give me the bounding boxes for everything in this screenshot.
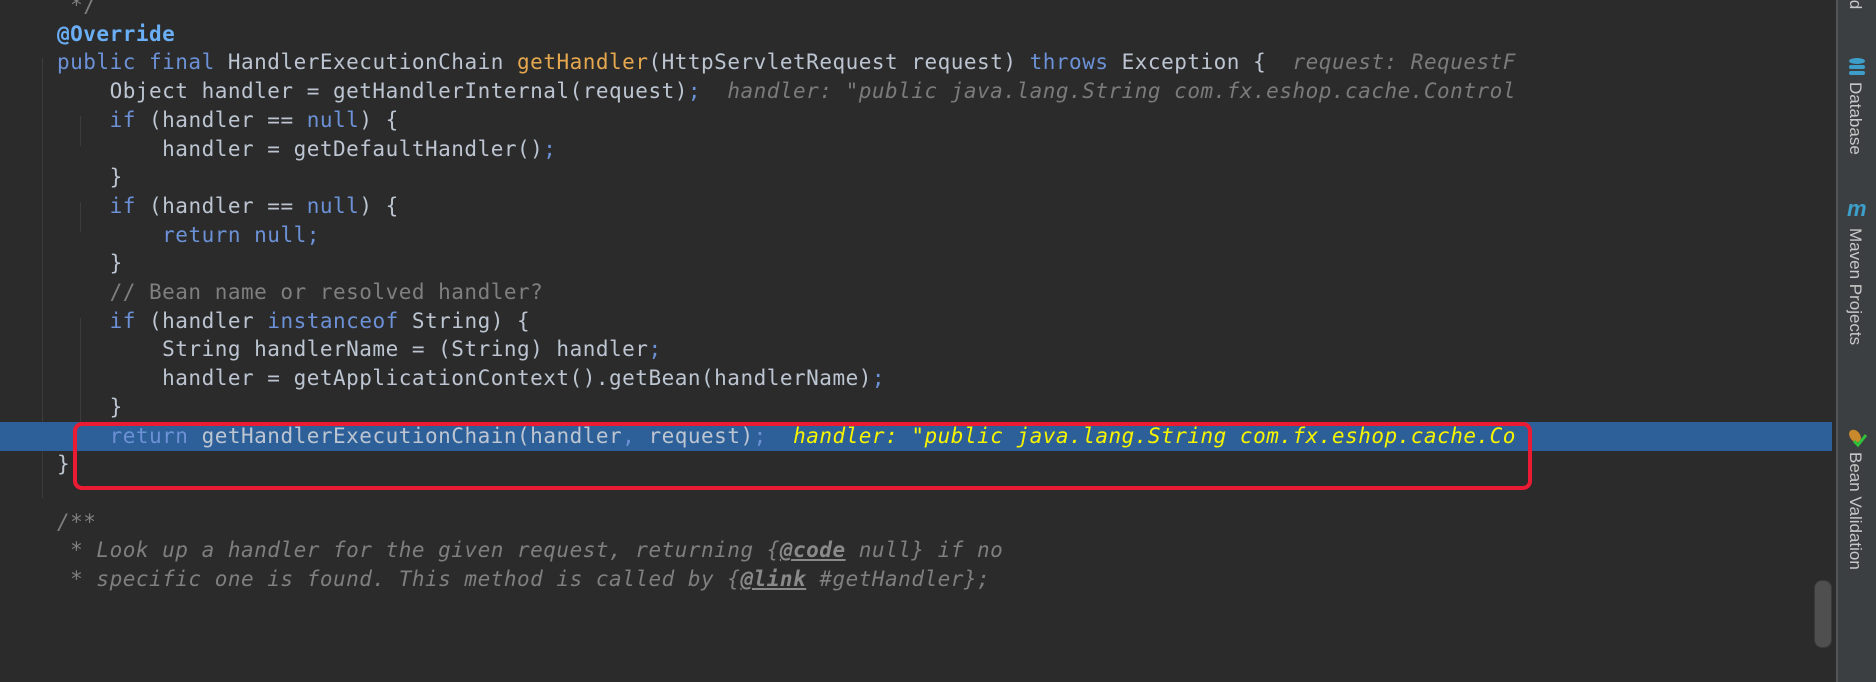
code-line[interactable]: handler = getApplicationContext().getBea… bbox=[0, 364, 1832, 393]
database-icon bbox=[1849, 58, 1865, 75]
debugger-inline-value: handler: "public java.lang.String com.fx… bbox=[793, 423, 1516, 448]
code-token: if bbox=[109, 107, 150, 132]
code-line[interactable]: Object handler = getHandlerInternal(requ… bbox=[0, 77, 1832, 106]
code-line[interactable]: } bbox=[0, 249, 1832, 278]
code-token: getHandlerExecutionChain(handler bbox=[201, 423, 623, 448]
bean-validation-icon bbox=[1849, 429, 1868, 448]
right-tool-window-bar: ld Database m Maven Projects Bean Valida… bbox=[1836, 0, 1876, 682]
code-token: } bbox=[57, 394, 123, 419]
code-token: ; bbox=[687, 79, 728, 104]
code-token: @link bbox=[740, 567, 807, 591]
code-token: // Bean name or resolved handler? bbox=[57, 280, 544, 304]
code-token: (handler == bbox=[149, 107, 307, 132]
code-token: Exception { bbox=[1121, 50, 1293, 75]
code-line[interactable]: // Bean name or resolved handler? bbox=[0, 278, 1832, 307]
code-token: @Override bbox=[57, 21, 176, 46]
code-token: if bbox=[109, 308, 150, 333]
code-token: getHandler bbox=[517, 50, 649, 75]
code-token: * Look up a handler for the given reques… bbox=[57, 538, 780, 563]
code-token: ) { bbox=[359, 193, 399, 218]
code-token: null bbox=[306, 193, 360, 218]
code-token: if bbox=[109, 193, 150, 218]
code-token: /** bbox=[57, 509, 97, 534]
debugger-inline-value: handler: "public java.lang.String com.fx… bbox=[727, 79, 1516, 104]
code-line[interactable]: } bbox=[0, 163, 1832, 192]
code-token: #getHandler}; bbox=[806, 567, 991, 591]
code-token: null} if no bbox=[845, 538, 1004, 563]
code-line[interactable]: * specific one is found. This method is … bbox=[0, 565, 1832, 594]
code-token: ; bbox=[871, 366, 886, 391]
code-line-current-execution[interactable]: return getHandlerExecutionChain(handler,… bbox=[0, 421, 1832, 451]
code-token: return null; bbox=[162, 222, 320, 247]
code-token: ) { bbox=[359, 107, 399, 132]
maven-icon: m bbox=[1847, 196, 1867, 221]
code-line[interactable]: if (handler == null) { bbox=[0, 106, 1832, 135]
code-token: @code bbox=[779, 538, 846, 563]
code-line[interactable]: } bbox=[0, 450, 1832, 479]
code-token: throws bbox=[1029, 50, 1122, 75]
code-token: } bbox=[57, 452, 71, 477]
code-token: (handler bbox=[149, 308, 268, 333]
tool-window-bean-validation[interactable]: Bean Validation bbox=[1845, 452, 1865, 570]
code-editor[interactable]: */@Override public final HandlerExecution… bbox=[0, 0, 1836, 682]
code-line[interactable]: return null; bbox=[0, 221, 1832, 250]
tool-window-tab-partial[interactable]: ld bbox=[1845, 0, 1865, 9]
code-token: String handlerName = (String) handler bbox=[57, 337, 649, 362]
code-line[interactable]: } bbox=[0, 393, 1832, 422]
code-token: , bbox=[622, 423, 649, 448]
code-token: handler = getApplicationContext().getBea… bbox=[57, 366, 872, 391]
code-line[interactable]: if (handler == null) { bbox=[0, 192, 1832, 221]
code-token: handler = getDefaultHandler() bbox=[57, 136, 544, 161]
code-line[interactable]: handler = getDefaultHandler(); bbox=[0, 135, 1832, 164]
debugger-inline-value: request: RequestF bbox=[1292, 50, 1516, 75]
code-line[interactable]: @Override bbox=[0, 20, 1832, 49]
code-line[interactable]: */ bbox=[0, 0, 1832, 20]
code-token: HandlerExecutionChain bbox=[227, 50, 518, 75]
code-token: (handler == bbox=[149, 193, 307, 218]
code-token: ; bbox=[648, 337, 662, 362]
code-token: } bbox=[57, 165, 123, 190]
code-token: */ bbox=[57, 0, 97, 17]
code-line[interactable]: * Look up a handler for the given reques… bbox=[0, 536, 1832, 565]
code-token: String) { bbox=[411, 308, 531, 333]
code-token: return bbox=[109, 423, 202, 448]
code-token: * specific one is found. This method is … bbox=[57, 567, 741, 591]
code-token: request) bbox=[648, 423, 754, 448]
code-line[interactable] bbox=[0, 479, 1832, 508]
tool-window-maven-projects[interactable]: Maven Projects bbox=[1845, 228, 1865, 345]
vertical-scrollbar-thumb[interactable] bbox=[1814, 580, 1832, 648]
code-token: (HttpServletRequest request) bbox=[648, 50, 1030, 75]
code-token: } bbox=[57, 251, 123, 276]
code-token: Object handler = getHandlerInternal(requ… bbox=[57, 79, 688, 104]
tool-window-database[interactable]: Database bbox=[1845, 82, 1865, 155]
code-token: ; bbox=[753, 423, 794, 448]
code-token: instanceof bbox=[267, 308, 412, 333]
code-token: public final bbox=[57, 50, 228, 75]
code-token: null bbox=[306, 107, 360, 132]
code-line[interactable]: String handlerName = (String) handler; bbox=[0, 335, 1832, 364]
code-token: ; bbox=[543, 136, 557, 161]
code-line[interactable]: /** bbox=[0, 508, 1832, 537]
code-line[interactable]: if (handler instanceof String) { bbox=[0, 307, 1832, 336]
code-line[interactable]: public final HandlerExecutionChain getHa… bbox=[0, 48, 1832, 77]
